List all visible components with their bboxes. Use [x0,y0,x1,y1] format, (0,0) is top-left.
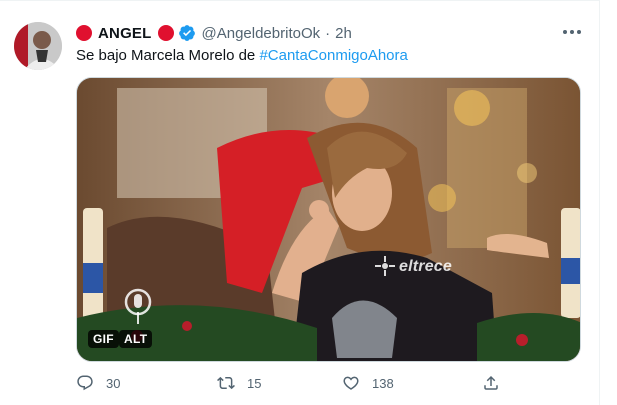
tweet-actions: 30 15 138 [76,374,506,394]
share-icon [484,375,498,390]
mic-stand-logo-icon [124,288,152,324]
like-count: 138 [372,375,394,391]
hashtag-link[interactable]: #CantaConmigoAhora [259,47,407,64]
more-options-button[interactable] [560,22,584,42]
retweet-button[interactable]: 15 [217,374,261,392]
gif-badge: GIF [88,330,119,348]
reply-count: 30 [106,375,121,391]
retweet-count: 15 [247,375,262,391]
retweet-icon [217,376,235,390]
alt-text-button[interactable]: ALT [119,330,153,348]
top-divider [0,0,600,1]
red-circle-emoji-icon [76,25,92,41]
channel-watermark: eltrece [399,258,452,275]
user-handle[interactable]: @AngeldebritoOk [202,25,321,42]
like-button[interactable]: 138 [342,374,394,392]
tweet-text-body: Se bajo Marcela Morelo de [76,47,260,64]
verified-badge-icon [178,25,195,41]
like-icon [343,376,359,390]
avatar[interactable] [14,22,62,70]
right-divider [599,0,600,405]
more-icon [563,30,581,34]
tweet-header: ANGEL @AngeldebritoOk · 2h [76,22,352,44]
tweet-text: Se bajo Marcela Morelo de #CantaConmigoA… [76,46,408,66]
red-circle-emoji-icon [157,25,174,41]
eltrece-logo-icon [375,256,395,276]
tweet-media-gif[interactable]: eltrece GIF ALT [76,77,581,362]
display-name[interactable]: ANGEL [98,25,152,42]
reply-icon [77,375,93,391]
timestamp[interactable]: 2h [335,25,352,42]
separator: · [325,24,331,42]
share-button[interactable] [482,374,500,392]
reply-button[interactable]: 30 [76,374,120,392]
